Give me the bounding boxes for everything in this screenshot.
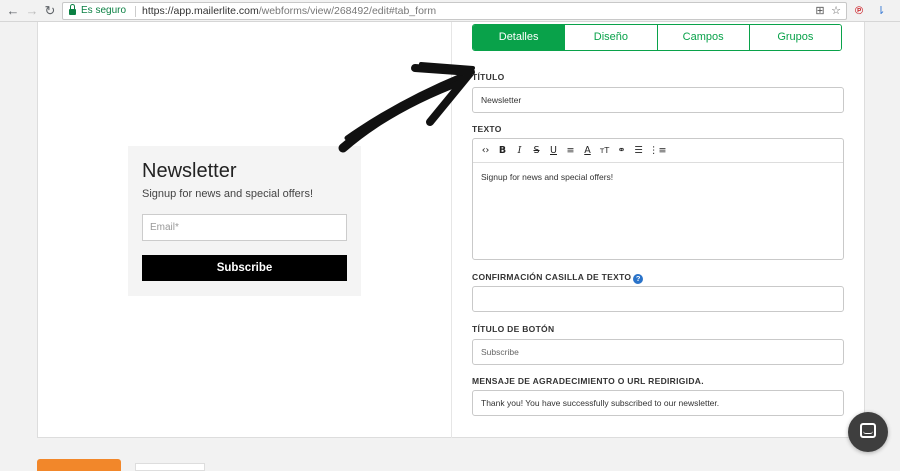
preview-email-input[interactable]: Email* [142, 214, 347, 241]
browser-chrome: ← → ↻ Es seguro https://app.mailerlite.c… [0, 0, 900, 22]
extension-icon[interactable]: ⇂ [873, 3, 889, 19]
address-separator [135, 6, 136, 17]
url-text[interactable]: https://app.mailerlite.com/webforms/view… [142, 5, 436, 17]
url-host: https://app.mailerlite.com [142, 5, 259, 17]
checkbox-text-label: Confirmación casilla de texto? [472, 272, 644, 284]
back-icon[interactable]: ← [5, 3, 21, 19]
address-bar[interactable]: Es seguro https://app.mailerlite.com/web… [62, 2, 847, 20]
tab-campos[interactable]: Campos [656, 25, 749, 50]
lock-icon [69, 4, 76, 15]
strikethrough-icon[interactable]: S [530, 144, 543, 158]
url-path: /webforms/view/268492/edit#tab_form [258, 5, 437, 17]
font-size-icon[interactable]: ᴛT [598, 144, 611, 158]
thanks-message-input[interactable]: Thank you! You have successfully subscri… [472, 390, 844, 416]
align-icon[interactable]: ≡ [564, 144, 577, 158]
tab-detalles[interactable]: Detalles [473, 25, 565, 50]
checkbox-text-label-text: Confirmación casilla de texto [472, 272, 632, 282]
link-icon[interactable]: ⚭ [615, 144, 628, 158]
title-label: Título [472, 72, 505, 82]
bold-icon[interactable]: B [496, 144, 509, 158]
help-icon[interactable]: ? [633, 274, 644, 284]
settings-tabs: Detalles Diseño Campos Grupos [472, 24, 842, 51]
italic-icon[interactable]: I [513, 144, 526, 158]
chat-launcher-icon[interactable] [848, 412, 888, 452]
secure-label: Es seguro [81, 5, 127, 16]
title-input[interactable]: Newsletter [472, 87, 844, 113]
text-editor[interactable]: ‹› B I S U ≡ A ᴛT ⚭ ☰ ⋮≡ Signup for news… [472, 138, 844, 260]
thanks-message-label: Mensaje de agradecimiento o URL redirigi… [472, 376, 704, 386]
numbered-list-icon[interactable]: ⋮≡ [649, 144, 666, 158]
text-color-icon[interactable]: A [581, 144, 594, 158]
forward-icon[interactable]: → [24, 3, 40, 19]
tab-grupos[interactable]: Grupos [748, 25, 841, 50]
form-preview: Newsletter Signup for news and special o… [128, 146, 361, 296]
preview-subtitle: Signup for news and special offers! [142, 188, 314, 200]
save-button-partial[interactable] [37, 459, 121, 471]
text-label: Texto [472, 124, 502, 134]
button-title-label: Título de botón [472, 324, 555, 334]
preview-subscribe-button[interactable]: Subscribe [142, 255, 347, 281]
bookmark-star-icon[interactable]: ☆ [829, 4, 843, 18]
bottom-tab-partial[interactable] [135, 463, 205, 471]
pinterest-icon[interactable]: ℗ [851, 3, 867, 19]
annotation-arrow-icon [338, 62, 475, 153]
underline-icon[interactable]: U [547, 144, 560, 158]
tab-diseno[interactable]: Diseño [564, 25, 657, 50]
translate-icon[interactable]: ⊞ [813, 4, 827, 18]
code-icon[interactable]: ‹› [479, 144, 492, 158]
button-title-input[interactable]: Subscribe [472, 339, 844, 365]
reload-icon[interactable]: ↻ [42, 3, 58, 19]
bullet-list-icon[interactable]: ☰ [632, 144, 645, 158]
checkbox-text-input[interactable] [472, 286, 844, 312]
editor-content[interactable]: Signup for news and special offers! [481, 172, 613, 182]
editor-toolbar: ‹› B I S U ≡ A ᴛT ⚭ ☰ ⋮≡ [473, 139, 843, 163]
preview-title: Newsletter [142, 160, 237, 182]
